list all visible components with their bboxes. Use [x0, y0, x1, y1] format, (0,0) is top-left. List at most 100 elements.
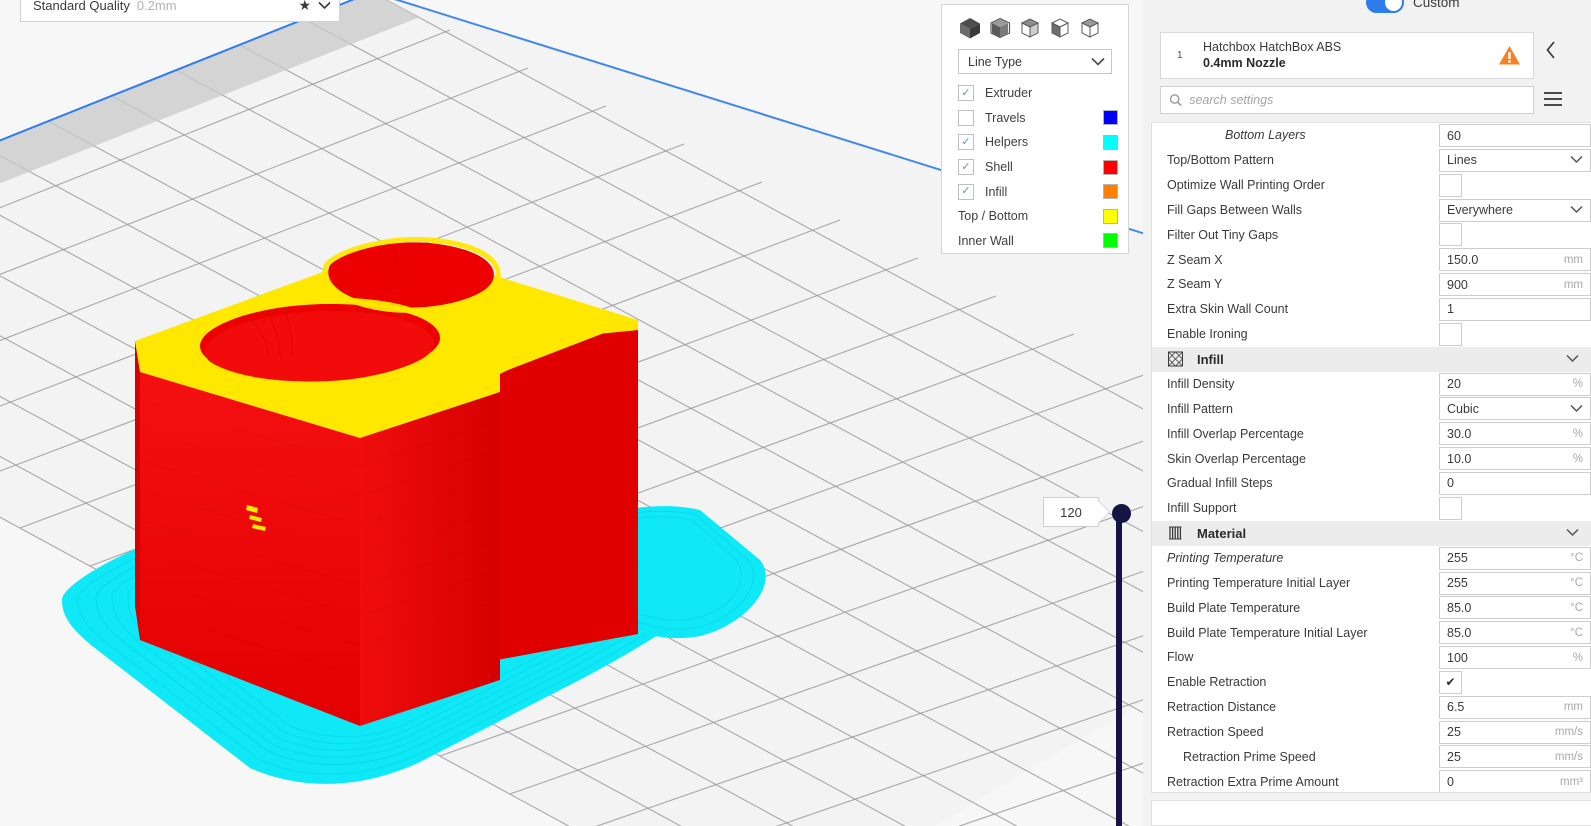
setting-value-select[interactable]: Lines	[1439, 148, 1591, 172]
view-mode-icon-row	[952, 13, 1118, 46]
quality-profile-selector[interactable]: Standard Quality 0.2mm ★	[20, 0, 340, 22]
legend-checkbox[interactable]	[958, 134, 974, 151]
chevron-left-icon[interactable]	[1545, 40, 1557, 60]
xray-view-icon[interactable]	[1048, 16, 1072, 40]
legend-item[interactable]: Inner Wall	[952, 229, 1118, 254]
setting-unit: %	[1572, 651, 1583, 664]
chevron-down-icon	[1091, 57, 1105, 66]
setting-label: Filter Out Tiny Gaps	[1167, 227, 1279, 242]
legend-item[interactable]: Helpers	[952, 130, 1118, 155]
setting-unit: %	[1572, 452, 1583, 465]
setting-value-select[interactable]: Everywhere	[1439, 198, 1591, 222]
section-title: Material	[1197, 525, 1247, 541]
setting-value-checkbox[interactable]	[1439, 322, 1462, 346]
layer-slider[interactable]	[1112, 498, 1131, 826]
setting-row: Z Seam Y 900 mm	[1152, 272, 1591, 297]
setting-value: 0	[1447, 774, 1454, 789]
setting-label: Printing Temperature Initial Layer	[1167, 575, 1351, 590]
warning-triangle-icon[interactable]	[1498, 45, 1521, 66]
legend-item[interactable]: Infill	[952, 179, 1118, 204]
setting-value-input[interactable]: 60	[1439, 124, 1591, 147]
quality-profile-name: Standard Quality	[33, 0, 130, 13]
color-scheme-value: Line Type	[968, 54, 1022, 69]
setting-value: 255	[1447, 576, 1468, 590]
solid-view-icon[interactable]	[958, 16, 982, 40]
chevron-down-icon[interactable]	[1566, 524, 1579, 542]
chevron-down-icon	[1566, 529, 1579, 537]
wireframe-view-icon[interactable]	[1018, 16, 1042, 40]
layer-view-icon[interactable]	[1078, 16, 1102, 40]
chevron-down-icon[interactable]	[1566, 350, 1579, 368]
setting-value-input[interactable]: 0 mm³	[1439, 770, 1591, 792]
setting-value-input[interactable]: 85.0 °C	[1439, 621, 1591, 645]
setting-value: 85.0	[1447, 600, 1472, 615]
legend-checkbox[interactable]	[958, 85, 974, 102]
setting-label: Bottom Layers	[1225, 128, 1306, 143]
setting-value: 6.5	[1447, 700, 1465, 715]
layer-slider-handle[interactable]	[1112, 504, 1131, 523]
setting-value-input[interactable]: 1	[1439, 297, 1591, 321]
shaded-view-icon[interactable]	[988, 16, 1012, 40]
settings-panel-footer	[1151, 800, 1591, 826]
setting-row: Fill Gaps Between Walls Everywhere	[1152, 198, 1591, 223]
setting-value-checkbox[interactable]	[1439, 223, 1462, 247]
setting-value-input[interactable]: 10.0%	[1439, 447, 1591, 471]
legend-item[interactable]: Shell	[952, 155, 1118, 180]
search-input[interactable]	[1189, 93, 1525, 107]
setting-value-input[interactable]: 20%	[1439, 372, 1591, 396]
setting-value-input[interactable]: 255 °C	[1439, 546, 1591, 570]
settings-section-infill[interactable]: Infill	[1152, 346, 1591, 372]
setting-row: Bottom Layers↶i60	[1152, 123, 1591, 148]
setting-value-input[interactable]: 25 mm/s	[1439, 720, 1591, 744]
extruder-info: Hatchbox HatchBox ABS 0.4mm Nozzle	[1203, 40, 1341, 71]
setting-value: 25	[1447, 749, 1461, 764]
setting-value-checkbox[interactable]	[1439, 496, 1462, 520]
settings-menu-icon[interactable]	[1544, 92, 1562, 110]
setting-value-input[interactable]: 25 mm/s	[1439, 745, 1591, 769]
color-scheme-select[interactable]: Line Type	[958, 49, 1112, 74]
setting-value: 25	[1447, 725, 1461, 740]
setting-value-checkbox[interactable]	[1439, 173, 1462, 197]
custom-toggle-switch[interactable]	[1366, 0, 1404, 13]
legend-item[interactable]: Travels	[952, 106, 1118, 131]
legend-item-label: Travels	[985, 110, 1026, 125]
setting-value-input[interactable]: 6.5 mm	[1439, 695, 1591, 719]
chevron-down-icon	[1570, 206, 1583, 214]
setting-label: Infill Density	[1167, 377, 1235, 392]
legend-checkbox[interactable]	[958, 109, 974, 126]
setting-row: Infill Overlap Percentage 30.0%	[1152, 421, 1591, 446]
setting-row: Gradual Infill Steps 0	[1152, 471, 1591, 496]
setting-label: Retraction Speed	[1167, 724, 1264, 739]
settings-section-material[interactable]: Material	[1152, 520, 1591, 546]
legend-item[interactable]: Top / Bottom	[952, 204, 1118, 229]
settings-search-box[interactable]	[1160, 86, 1534, 114]
favorite-star-icon[interactable]: ★	[298, 0, 311, 14]
legend-checkbox[interactable]	[958, 159, 974, 176]
infill-hatch-icon	[1168, 351, 1183, 367]
setting-unit: mm/s	[1554, 750, 1583, 763]
setting-value-input[interactable]: 255 °C	[1439, 571, 1591, 595]
setting-value-input[interactable]: 0	[1439, 471, 1591, 495]
layer-value-tooltip: 120	[1043, 497, 1099, 527]
setting-value-input[interactable]: 30.0%	[1439, 422, 1591, 446]
legend-item[interactable]: Extruder	[952, 81, 1118, 106]
chevron-down-icon[interactable]	[318, 1, 331, 10]
legend-checkbox[interactable]	[958, 183, 974, 200]
setting-value-select[interactable]: Cubic	[1439, 397, 1591, 421]
layer-slider-track[interactable]	[1116, 512, 1122, 826]
setting-value-input[interactable]: 150.0 mm	[1439, 248, 1591, 272]
extruder-tab[interactable]: 1 Hatchbox HatchBox ABS 0.4mm Nozzle	[1160, 32, 1534, 79]
setting-label: Optimize Wall Printing Order	[1167, 178, 1325, 193]
setting-value-input[interactable]: 100%	[1439, 646, 1591, 670]
setting-unit: °C	[1570, 577, 1583, 589]
settings-list: Bottom Layers↶i60 Top/Bottom Pattern Lines…	[1151, 122, 1591, 793]
legend-color-swatch	[1103, 159, 1118, 175]
setting-value-checkbox[interactable]: ✔	[1439, 670, 1462, 694]
legend-item-label: Helpers	[985, 135, 1029, 150]
setting-unit: mm	[1563, 701, 1583, 714]
setting-value-input[interactable]: 900 mm	[1439, 273, 1591, 297]
custom-mode-toggle[interactable]: Custom	[1366, 0, 1460, 13]
setting-value-input[interactable]: 85.0 °C	[1439, 596, 1591, 620]
checkmark-icon: ✔	[1445, 675, 1456, 690]
layer-view-legend-panel: Line Type Extruder Travels Helpers Shell Inf…	[941, 4, 1129, 254]
